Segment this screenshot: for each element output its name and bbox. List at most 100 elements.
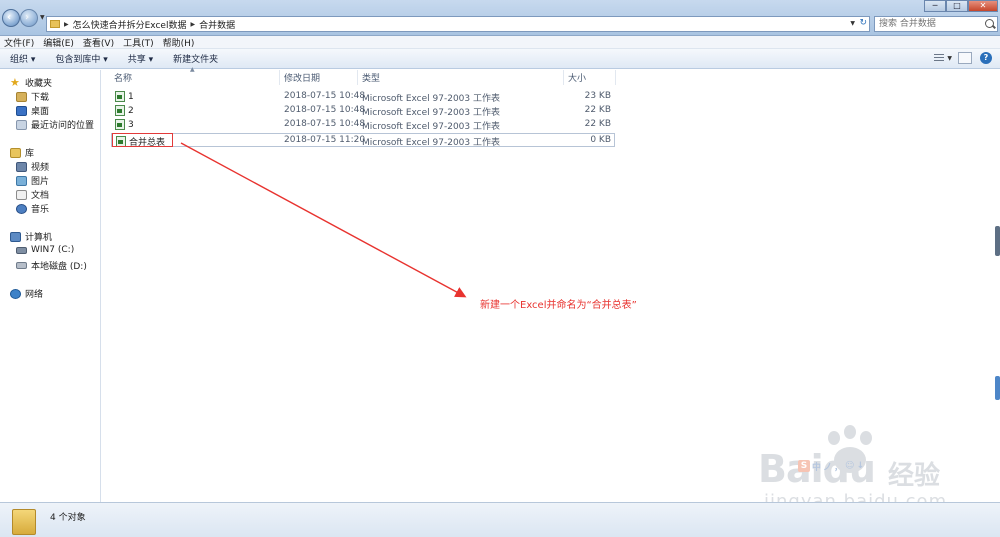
file-type: Microsoft Excel 97-2003 工作表 [362,122,500,132]
refresh-icon[interactable]: ↻ [859,18,867,28]
scroll-marker[interactable] [995,226,1000,256]
breadcrumb-separator-icon[interactable]: ▶ [64,21,69,28]
minimize-button[interactable]: ─ [924,0,946,12]
ime-toolbar[interactable]: S 中 ノ ， ☺ ↓ [798,459,866,473]
sidebar-group-label: 计算机 [25,233,53,243]
column-header-type[interactable]: 类型 [358,70,564,85]
menu-tools[interactable]: 工具(T) [123,36,154,49]
sidebar-item-desktop[interactable]: 桌面 [16,104,49,117]
search-icon[interactable] [985,19,994,28]
file-modified: 2018-07-15 10:48 [284,119,366,129]
organize-button[interactable]: 组织 ▾ [10,52,35,65]
new-folder-button[interactable]: 新建文件夹 [173,52,218,65]
search-box[interactable] [874,16,998,32]
folder-icon [50,20,60,28]
file-name: 3 [128,119,134,130]
address-strip: ‹ › ▼ ▶ 怎么快速合并拆分Excel数据 ▶ 合并数据 ▼ ↻ ─ □ ✕ [0,0,1000,36]
column-header-label: 修改日期 [284,74,321,84]
sidebar-group-label: 收藏夹 [25,79,53,89]
video-icon [16,161,27,172]
sidebar-item-label: WIN7 (C:) [31,245,75,255]
sidebar-item-label: 图片 [31,177,50,187]
file-modified: 2018-07-15 11:20 [284,135,366,145]
sidebar-group-libraries[interactable]: 库 [10,146,34,159]
menu-edit[interactable]: 编辑(E) [43,36,74,49]
file-name: 2 [128,105,134,116]
computer-icon [10,231,21,242]
sidebar-group-network[interactable]: 网络 [10,287,43,300]
change-view-icon[interactable] [934,54,945,62]
sidebar-item-drive-c[interactable]: WIN7 (C:) [16,245,74,255]
sidebar-item-documents[interactable]: 文档 [16,188,49,201]
sidebar-group-label: 库 [25,149,35,159]
music-icon [16,203,27,214]
file-type: Microsoft Excel 97-2003 工作表 [362,94,500,104]
menu-help[interactable]: 帮助(H) [163,36,195,49]
picture-icon [16,175,27,186]
star-icon: ★ [10,75,20,89]
column-header-label: 大小 [568,74,587,84]
address-dropdown-icon[interactable]: ▼ [850,20,855,27]
close-button[interactable]: ✕ [968,0,998,12]
breadcrumb-item[interactable]: 合并数据 [199,18,235,31]
sidebar-item-drive-d[interactable]: 本地磁盘 (D:) [16,259,87,272]
include-library-button[interactable]: 包含到库中 ▾ [55,52,107,65]
sidebar-item-label: 下载 [31,93,50,103]
file-size: 23 KB [584,91,611,101]
search-input[interactable] [875,17,979,31]
file-row[interactable]: 1 2018-07-15 10:48 Microsoft Excel 97-20… [111,90,615,104]
file-row[interactable]: 2 2018-07-15 10:48 Microsoft Excel 97-20… [111,104,615,118]
library-icon [10,147,21,158]
command-toolbar: 组织 ▾ 包含到库中 ▾ 共享 ▾ 新建文件夹 ▼ ? [0,49,1000,69]
file-type: Microsoft Excel 97-2003 工作表 [362,108,500,118]
sogou-ime-icon: S [798,460,810,472]
column-header-size[interactable]: 大小 [564,70,616,85]
sidebar-item-pictures[interactable]: 图片 [16,174,49,187]
sidebar-item-music[interactable]: 音乐 [16,202,49,215]
scroll-marker[interactable] [995,376,1000,400]
desktop-icon [16,105,27,116]
share-button[interactable]: 共享 ▾ [128,52,153,65]
sidebar-group-computer[interactable]: 计算机 [10,230,52,243]
file-row[interactable]: 3 2018-07-15 10:48 Microsoft Excel 97-20… [111,118,615,132]
address-bar[interactable]: ▶ 怎么快速合并拆分Excel数据 ▶ 合并数据 ▼ ↻ [46,16,870,32]
downloads-icon [16,91,27,102]
sidebar-group-label: 网络 [25,290,44,300]
file-row-selected[interactable]: 合并总表 2018-07-15 11:20 Microsoft Excel 97… [111,133,615,148]
column-header-label: 类型 [362,74,381,84]
file-name: 1 [128,91,134,102]
sidebar-item-recent[interactable]: 最近访问的位置 [16,118,94,131]
menu-file[interactable]: 文件(F) [4,36,34,49]
sidebar-item-videos[interactable]: 视频 [16,160,49,173]
forward-arrow-icon: › [25,12,30,23]
menu-bar: 文件(F) 编辑(E) 查看(V) 工具(T) 帮助(H) [0,36,1000,49]
help-icon[interactable]: ? [980,52,992,64]
watermark-jingyan: 经验 [888,461,941,491]
annotation-text: 新建一个Excel并命名为“合并总表” [480,300,637,311]
sidebar-group-favorites[interactable]: ★ 收藏夹 [10,75,53,90]
file-name-cell: 1 [115,91,134,102]
ime-emoji: ☺ [845,461,855,471]
sidebar-item-downloads[interactable]: 下载 [16,90,49,103]
file-size: 0 KB [590,135,611,145]
local-drive-icon [16,262,27,269]
item-count: 4 个对象 [50,513,86,523]
column-header-name[interactable]: 名称 [110,70,280,85]
breadcrumb-separator-icon[interactable]: ▶ [190,21,195,28]
forward-button[interactable]: › [20,9,38,27]
back-arrow-icon: ‹ [7,12,12,23]
preview-pane-icon[interactable] [958,52,972,64]
maximize-button[interactable]: □ [946,0,968,12]
column-header-modified[interactable]: 修改日期 [280,70,358,85]
sidebar-item-label: 本地磁盘 (D:) [31,262,87,272]
view-dropdown-icon[interactable]: ▼ [947,55,952,62]
ime-moon: ノ [823,462,833,473]
network-icon [10,288,21,299]
history-dropdown-icon[interactable]: ▼ [40,14,45,21]
ime-mode: 中 [812,462,822,473]
file-type: Microsoft Excel 97-2003 工作表 [362,138,500,148]
column-header-label: 名称 [114,74,133,84]
menu-view[interactable]: 查看(V) [83,36,114,49]
back-button[interactable]: ‹ [2,9,20,27]
breadcrumb-item[interactable]: 怎么快速合并拆分Excel数据 [73,18,187,31]
